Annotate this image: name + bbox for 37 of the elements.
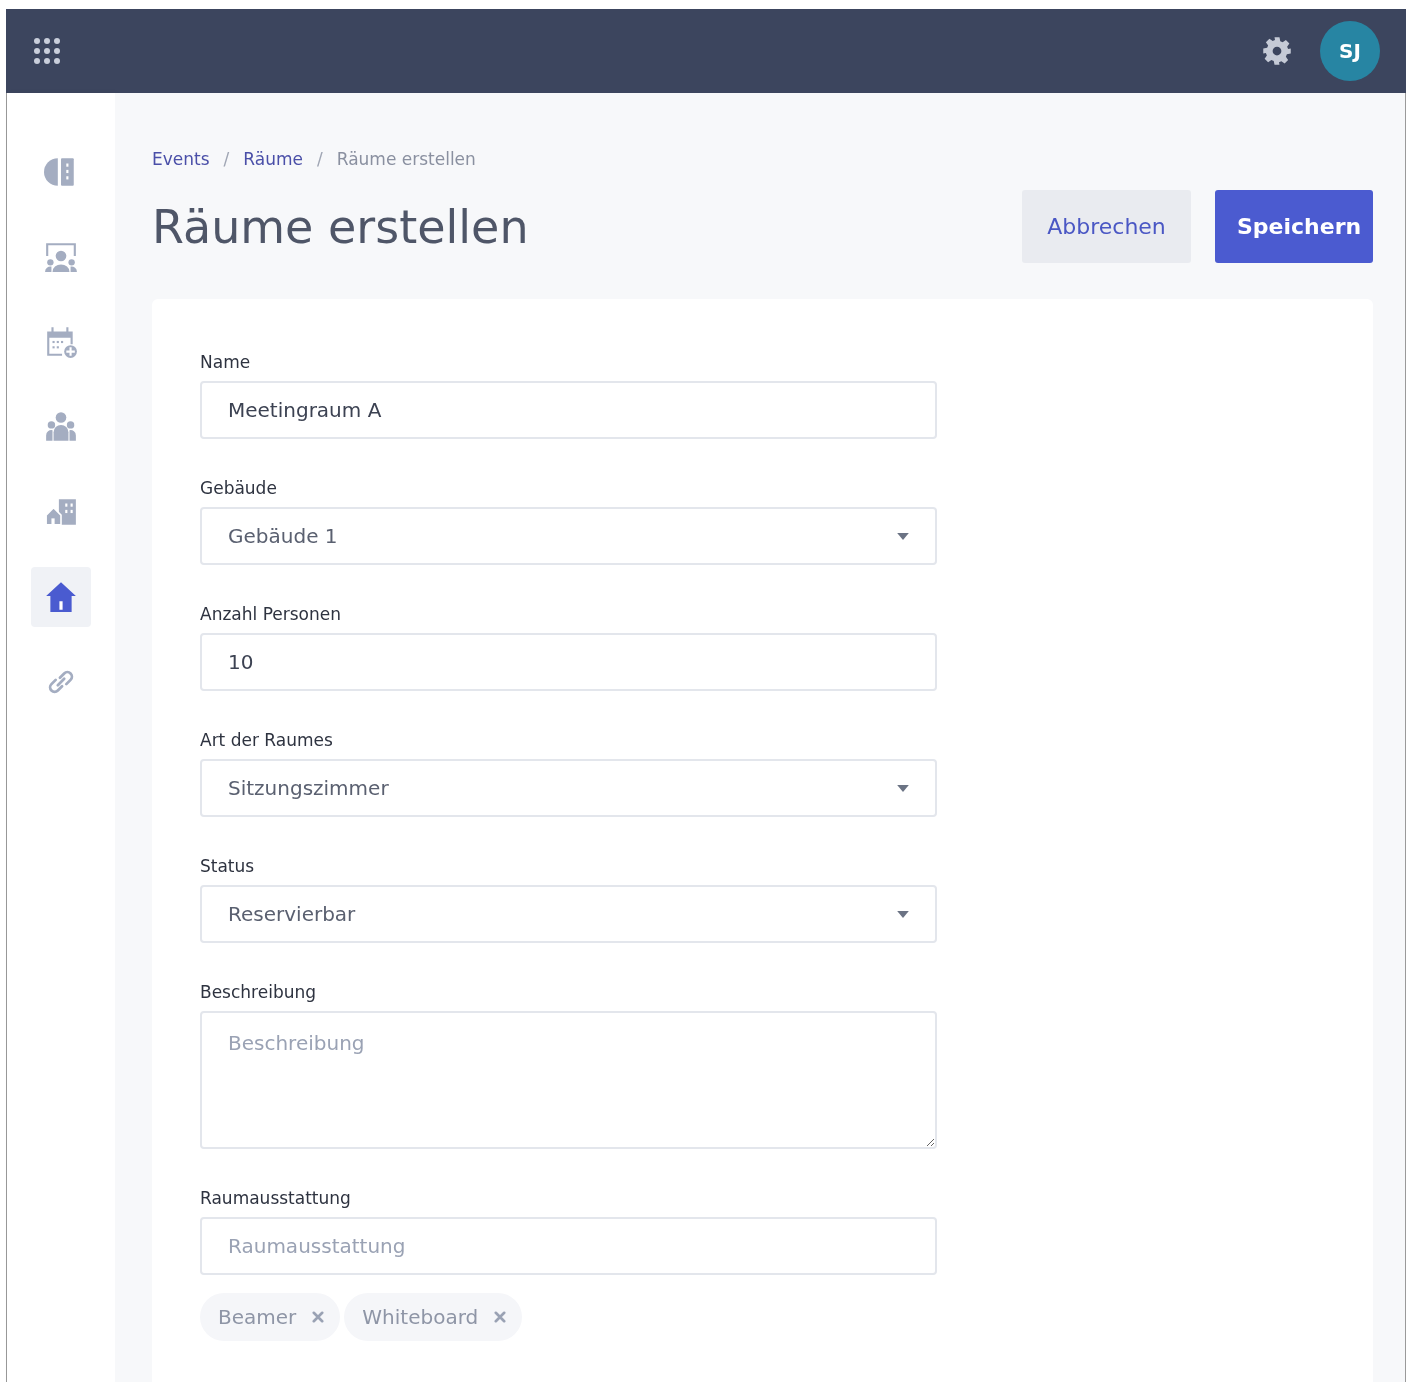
select-field[interactable]: Gebäude 1 [200,507,937,565]
breadcrumb-current: Räume erstellen [336,149,476,169]
text-field[interactable]: 10 [200,633,937,691]
select-field[interactable]: Sitzungszimmer [200,759,937,817]
user-avatar[interactable]: SJ [1320,21,1380,81]
caret-icon [897,784,909,792]
sidebar-item[interactable] [31,567,91,627]
select-field[interactable]: Reservierbar [200,885,937,943]
text-field[interactable]: Meetingraum A [200,381,937,439]
field-label: Art der Raumes [200,729,334,751]
save-button[interactable]: Speichern [1215,190,1373,263]
tags-input-field[interactable]: Raumausstattung [200,1217,937,1275]
tag-chip: Beamer [200,1293,341,1341]
calendar-add-icon [44,325,78,359]
breadcrumb-link[interactable]: Räume [243,149,303,169]
field-label: Gebäude [200,477,278,499]
tag-chip: Whiteboard [344,1293,523,1341]
field-label: Raumausstattung [200,1187,352,1209]
field-label: Beschreibung [200,981,318,1003]
page-title: Räume erstellen [152,199,529,254]
remove-icon[interactable] [312,1311,325,1323]
field-label: Status [200,855,256,877]
caret-icon [897,532,909,540]
breadcrumb-link[interactable]: Events [152,149,210,169]
field-label: Name [200,351,252,373]
presentation-icon [44,240,78,274]
breadcrumb-separator: / [316,149,323,169]
caret-icon [897,910,909,918]
breadcrumb-separator: / [223,149,230,169]
people-icon [44,410,78,444]
cancel-button[interactable]: Abbrechen [1022,190,1191,263]
field-label: Anzahl Personen [200,603,342,625]
settings-icon[interactable] [1262,36,1292,66]
apps-grid-icon[interactable] [33,37,61,65]
home-icon [44,580,78,614]
remove-icon[interactable] [494,1311,507,1323]
description-textarea[interactable]: Beschreibung [200,1011,937,1149]
